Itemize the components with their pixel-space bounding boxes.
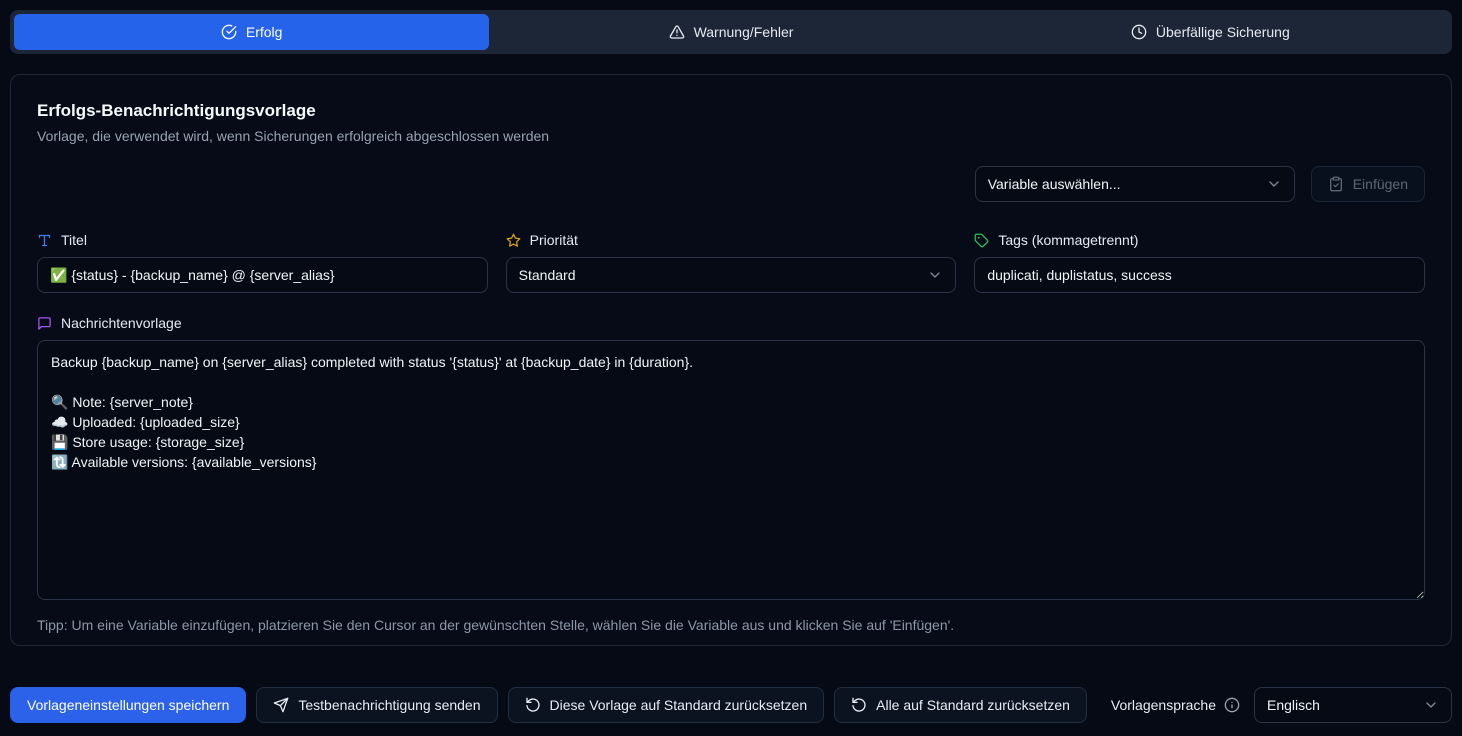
message-square-icon (37, 316, 52, 331)
reset-this-template-button[interactable]: Diese Vorlage auf Standard zurücksetzen (507, 687, 825, 723)
message-template-textarea[interactable]: Backup {backup_name} on {server_alias} c… (37, 340, 1425, 600)
clock-icon (1131, 24, 1147, 40)
chevron-down-icon (1423, 697, 1439, 713)
star-icon (506, 233, 521, 248)
tags-input[interactable] (974, 257, 1425, 293)
template-language-label: Vorlagensprache (1110, 697, 1216, 713)
footer-actions: Vorlageneinstellungen speichern Testbena… (10, 687, 1452, 723)
tab-overdue-backup[interactable]: Überfällige Sicherung (973, 14, 1448, 50)
insert-variable-button[interactable]: Einfügen (1310, 166, 1425, 202)
priority-field-label-row: Priorität (506, 232, 957, 248)
template-card: Erfolgs-Benachrichtigungsvorlage Vorlage… (10, 74, 1452, 646)
message-field-group: Nachrichtenvorlage Backup {backup_name} … (37, 315, 1425, 605)
title-field-group: Titel (37, 232, 488, 293)
tab-success-label: Erfolg (245, 24, 283, 40)
tags-field-label: Tags (kommagetrennt) (998, 232, 1139, 248)
send-icon (273, 697, 289, 713)
title-field-label-row: Titel (37, 232, 488, 248)
variable-select[interactable]: Variable auswählen... (974, 166, 1295, 202)
save-template-settings-button[interactable]: Vorlageneinstellungen speichern (10, 687, 247, 723)
info-icon[interactable] (1224, 697, 1240, 713)
insert-variable-label: Einfügen (1352, 176, 1408, 192)
type-icon (37, 233, 52, 248)
alert-triangle-icon (669, 24, 685, 40)
priority-select[interactable]: Standard (505, 257, 957, 293)
tab-warning-error-label: Warnung/Fehler (693, 24, 794, 40)
tab-success[interactable]: Erfolg (14, 14, 490, 50)
template-language-select[interactable]: Englisch (1254, 687, 1452, 723)
reset-this-template-label: Diese Vorlage auf Standard zurücksetzen (549, 697, 808, 713)
priority-select-value: Standard (518, 267, 576, 283)
variable-select-value: Variable auswählen... (987, 176, 1121, 192)
tag-icon (974, 233, 989, 248)
field-grid: Titel Priorität Standard (37, 232, 1425, 293)
priority-field-label: Priorität (529, 232, 578, 248)
title-field-label: Titel (61, 232, 87, 248)
template-tabbar: Erfolg Warnung/Fehler Überfällige Sicher… (10, 10, 1452, 54)
check-circle-icon (221, 24, 237, 40)
tags-field-label-row: Tags (kommagetrennt) (974, 232, 1425, 248)
variable-insert-row: Variable auswählen... Einfügen (37, 166, 1425, 202)
tab-overdue-backup-label: Überfällige Sicherung (1155, 24, 1290, 40)
message-field-label-row: Nachrichtenvorlage (37, 315, 1425, 331)
card-title: Erfolgs-Benachrichtigungsvorlage (37, 101, 316, 120)
clipboard-paste-icon (1328, 176, 1344, 192)
insert-tip-text: Tipp: Um eine Variable einzufügen, platz… (37, 617, 955, 633)
card-subtitle: Vorlage, die verwendet wird, wenn Sicher… (37, 128, 550, 144)
tab-warning-error[interactable]: Warnung/Fehler (493, 14, 968, 50)
send-test-notification-button[interactable]: Testbenachrichtigung senden (256, 687, 498, 723)
save-template-settings-label: Vorlageneinstellungen speichern (27, 697, 230, 713)
message-field-label: Nachrichtenvorlage (61, 315, 182, 331)
chevron-down-icon (927, 267, 943, 283)
template-language-value: Englisch (1267, 697, 1320, 713)
rotate-ccw-icon (851, 697, 867, 713)
title-input[interactable] (37, 257, 488, 293)
tags-field-group: Tags (kommagetrennt) (974, 232, 1425, 293)
reset-all-templates-button[interactable]: Alle auf Standard zurücksetzen (834, 687, 1087, 723)
send-test-notification-label: Testbenachrichtigung senden (298, 697, 481, 713)
template-language-label-row: Vorlagensprache (1111, 697, 1240, 713)
reset-all-templates-label: Alle auf Standard zurücksetzen (876, 697, 1070, 713)
rotate-ccw-icon (525, 697, 541, 713)
priority-field-group: Priorität Standard (505, 232, 957, 293)
chevron-down-icon (1266, 176, 1282, 192)
